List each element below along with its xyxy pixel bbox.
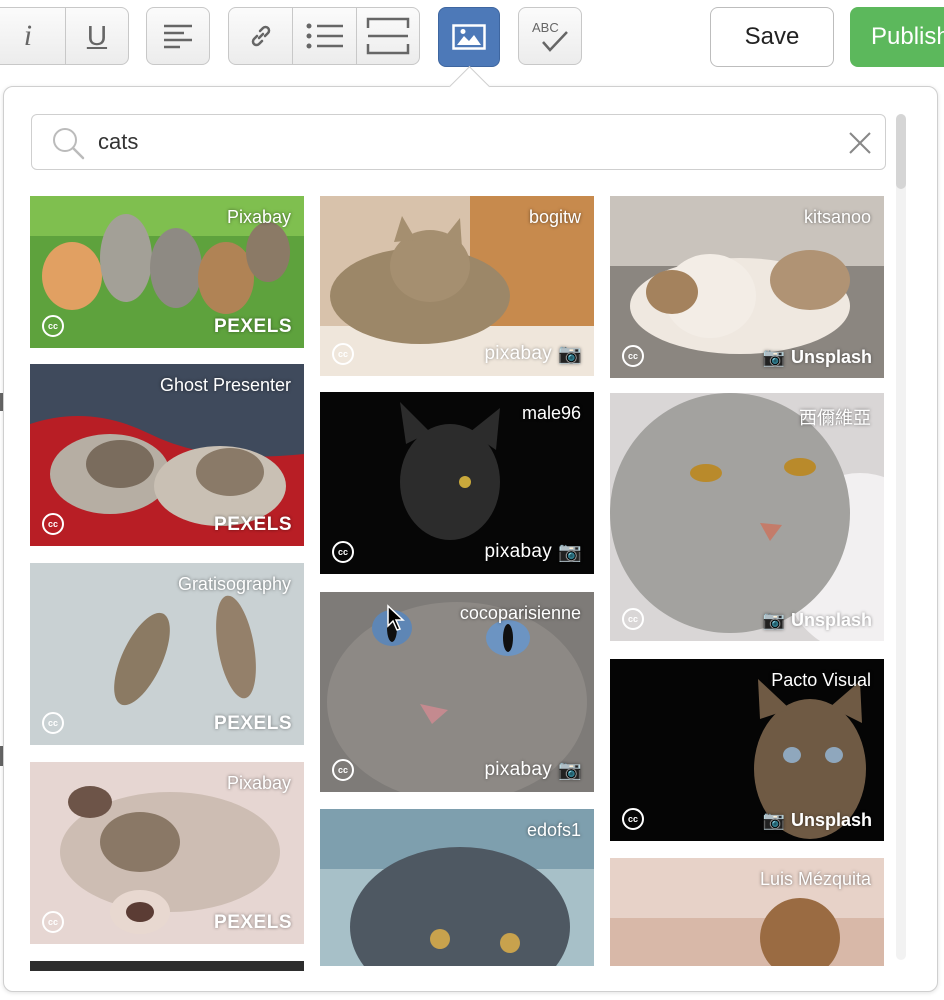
image-result[interactable]: Ghost Presenter cc PEXELS	[30, 364, 304, 546]
source-pixabay-logo: pixabay 📷	[484, 540, 582, 564]
image-icon	[452, 24, 486, 50]
source-unsplash-logo: 📷 Unsplash	[763, 347, 872, 368]
image-author: male96	[521, 403, 581, 423]
spellcheck-icon: ABC	[532, 20, 568, 52]
cc-license-icon: cc	[42, 712, 64, 734]
bullet-list-icon	[306, 23, 343, 49]
image-result[interactable]: Gratisography cc PEXELS	[30, 563, 304, 745]
camera-icon: 📷	[558, 344, 582, 365]
cc-license-icon: cc	[332, 541, 354, 563]
cc-license-icon: cc	[622, 608, 644, 630]
source-pexels-logo: PEXELS	[214, 713, 292, 734]
image-result[interactable]: Luis Mézquita	[610, 858, 884, 966]
image-result[interactable]	[30, 961, 304, 971]
source-name: pixabay	[484, 343, 553, 364]
image-result[interactable]: Pixabay cc PEXELS	[30, 762, 304, 944]
source-name: pixabay	[484, 759, 553, 780]
italic-icon: i	[23, 19, 33, 52]
underline-icon: U	[86, 20, 108, 51]
source-name: pixabay	[484, 541, 553, 562]
horizontal-rule-button[interactable]	[355, 8, 419, 64]
image-result[interactable]: edofs1	[320, 809, 594, 966]
image-result[interactable]: cocoparisienne cc pixabay 📷	[320, 592, 594, 792]
horizontal-rule-icon	[366, 17, 410, 55]
camera-icon: 📷	[762, 810, 785, 830]
image-author: edofs1	[526, 820, 581, 840]
source-pixabay-logo: pixabay 📷	[484, 758, 582, 782]
source-name: Unsplash	[790, 810, 872, 830]
image-author: Pixabay	[226, 207, 291, 227]
insert-image-button[interactable]	[438, 7, 500, 67]
image-result[interactable]: male96 cc pixabay 📷	[320, 392, 594, 574]
align-left-icon	[164, 24, 192, 49]
camera-icon: 📷	[558, 760, 582, 781]
source-pixabay-logo: pixabay 📷	[484, 342, 582, 366]
source-unsplash-logo: 📷 Unsplash	[763, 810, 872, 831]
source-unsplash-logo: 📷 Unsplash	[763, 610, 872, 631]
source-pexels-logo: PEXELS	[214, 912, 292, 933]
search-input[interactable]	[98, 123, 818, 161]
mouse-cursor-icon	[387, 604, 405, 631]
publish-button[interactable]: Publish	[850, 7, 944, 67]
image-result[interactable]: kitsanoo cc 📷 Unsplash	[610, 196, 884, 378]
scrollbar-thumb[interactable]	[896, 114, 906, 189]
image-result[interactable]: bogitw cc pixabay 📷	[320, 196, 594, 376]
image-author: Pixabay	[226, 773, 291, 793]
underline-button[interactable]: U	[64, 8, 128, 64]
link-icon	[251, 25, 270, 47]
cc-license-icon: cc	[42, 911, 64, 933]
image-author: 西儞維亞	[799, 408, 871, 428]
image-author: Ghost Presenter	[159, 375, 291, 395]
clear-search-icon[interactable]	[848, 131, 872, 155]
image-result[interactable]: 西儞維亞 cc 📷 Unsplash	[610, 393, 884, 641]
image-search-box	[31, 114, 886, 170]
svg-text:ABC: ABC	[532, 20, 559, 35]
camera-icon: 📷	[762, 347, 785, 367]
italic-button[interactable]: i	[0, 8, 65, 64]
camera-icon: 📷	[558, 542, 582, 563]
cc-license-icon: cc	[332, 343, 354, 365]
image-result[interactable]: Pacto Visual cc 📷 Unsplash	[610, 659, 884, 841]
alignment-group	[146, 7, 210, 65]
bullet-list-button[interactable]	[292, 8, 355, 64]
image-author: Gratisography	[177, 574, 291, 594]
results-scrollbar[interactable]	[896, 114, 906, 960]
spellcheck-button[interactable]: ABC	[519, 8, 581, 64]
cc-license-icon: cc	[42, 513, 64, 535]
spellcheck-group: ABC	[518, 7, 582, 65]
image-author: bogitw	[528, 207, 581, 227]
link-button[interactable]	[229, 8, 292, 64]
cc-license-icon: cc	[622, 345, 644, 367]
image-author: cocoparisienne	[459, 603, 581, 623]
source-pexels-logo: PEXELS	[214, 514, 292, 535]
source-name: Unsplash	[790, 610, 872, 630]
insert-group	[228, 7, 420, 65]
image-search-popover: Pixabay cc PEXELS Ghost Presenter cc PEX…	[3, 86, 938, 992]
search-icon	[53, 128, 85, 160]
cc-license-icon: cc	[42, 315, 64, 337]
source-name: Unsplash	[790, 347, 872, 367]
cat-image-partial	[30, 961, 304, 971]
cc-license-icon: cc	[622, 808, 644, 830]
image-author: Pacto Visual	[771, 670, 871, 690]
image-author: kitsanoo	[803, 207, 871, 227]
source-pexels-logo: PEXELS	[214, 316, 292, 337]
text-format-group: i U	[0, 7, 129, 65]
camera-icon: 📷	[762, 610, 785, 630]
image-author: Luis Mézquita	[759, 869, 871, 889]
image-result[interactable]: Pixabay cc PEXELS	[30, 196, 304, 348]
cc-license-icon: cc	[332, 759, 354, 781]
silver-tabby-cat-image	[610, 393, 884, 641]
save-button[interactable]: Save	[710, 7, 834, 67]
align-left-button[interactable]	[147, 8, 209, 64]
